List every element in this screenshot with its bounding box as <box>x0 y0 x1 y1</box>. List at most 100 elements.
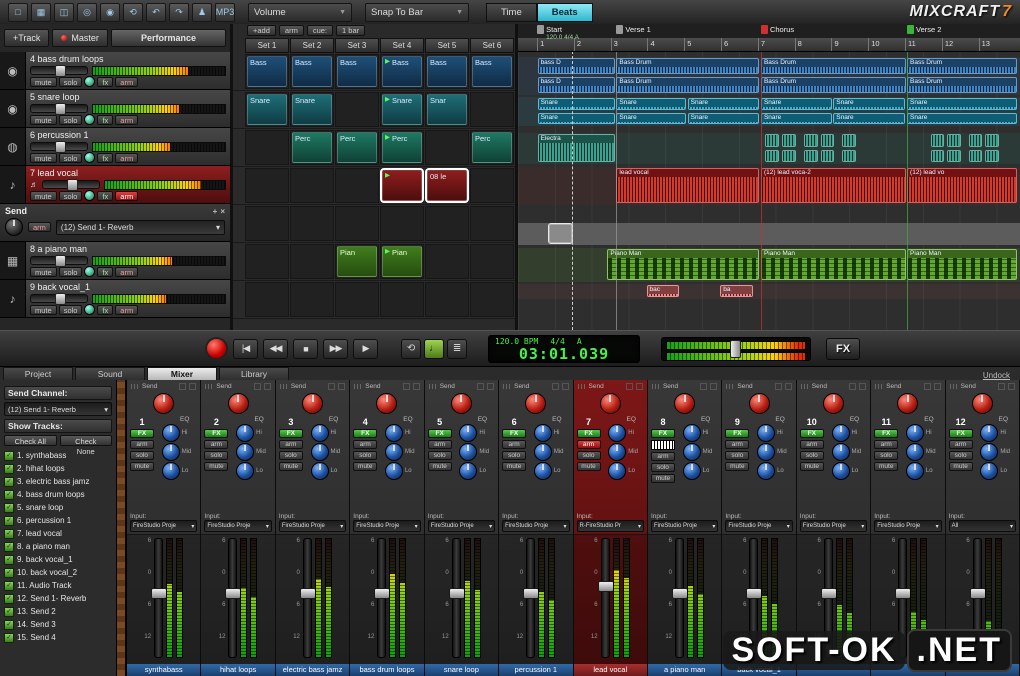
track-strip[interactable]: ♪ 9 back vocal_1 mute solo fx arm <box>0 280 230 318</box>
performance-clip[interactable]: Perc <box>337 132 377 163</box>
input-dropdown[interactable]: FireStudio Proje ▾ <box>502 520 570 532</box>
channel-mute-button[interactable]: mute <box>650 474 675 483</box>
timeline-clip[interactable]: lead vocal <box>616 168 760 203</box>
channel-fx-button[interactable]: FX <box>576 429 601 438</box>
clip-slot[interactable] <box>425 244 469 279</box>
timeline-clip[interactable]: Snare <box>687 98 760 110</box>
track-strip[interactable]: ◉ 4 bass drum loops mute solo fx arm <box>0 52 230 90</box>
snare-lane[interactable]: Snare Snare Snare Snare Snare Snare Snare Snare… <box>518 97 1020 126</box>
eq-hi-knob[interactable] <box>459 424 478 442</box>
send-amount-knob[interactable] <box>227 393 249 414</box>
clip-slot[interactable] <box>290 168 334 203</box>
clip-slot[interactable]: Snar <box>425 92 469 127</box>
timeline-clip[interactable]: bac <box>646 285 680 297</box>
play-button[interactable]: ▶ <box>353 338 378 359</box>
clip-slot[interactable] <box>380 282 424 317</box>
eq-mid-knob[interactable] <box>236 443 255 461</box>
master-fader-handle[interactable] <box>730 339 742 358</box>
input-dropdown[interactable]: FireStudio Proje ▾ <box>278 520 347 532</box>
clip-slot[interactable]: Snare <box>380 92 424 127</box>
mixer-channel-strip[interactable]: Send 5 FX arm solo mute EQ Hi Mid Lo Input: FireStu… <box>424 380 500 676</box>
track-strip[interactable]: ◉ 5 snare loop mute solo fx arm <box>0 90 230 128</box>
timeline-clip[interactable] <box>842 149 856 162</box>
channel-solo-button[interactable]: solo <box>576 451 601 460</box>
eq-lo-knob[interactable] <box>905 462 924 480</box>
channel-solo-button[interactable]: solo <box>353 451 378 460</box>
eq-mid-knob[interactable] <box>608 443 627 461</box>
clip-slot[interactable]: Bass <box>470 54 514 89</box>
mixer-channel-strip[interactable]: Send 7 FX arm solo mute EQ Hi Mid Lo Input: R-FireS… <box>573 380 648 676</box>
performance-clip[interactable]: Perc <box>472 132 512 163</box>
input-dropdown[interactable]: R-FireStudio Pr ▾ <box>576 520 644 532</box>
tab-mixer[interactable]: Mixer <box>147 367 217 380</box>
arm-button[interactable]: arm <box>115 266 139 277</box>
percussion-lane[interactable]: Electra <box>518 133 1020 164</box>
eq-lo-knob[interactable] <box>757 462 776 480</box>
channel-arm-button[interactable]: arm <box>650 452 675 461</box>
performance-clip[interactable]: Snare <box>292 94 332 125</box>
channel-volume-fader[interactable] <box>448 538 465 658</box>
fx-button[interactable]: fx <box>97 190 114 201</box>
pan-knob[interactable] <box>84 190 96 201</box>
channel-fx-button[interactable]: FX <box>353 429 378 438</box>
track-strip[interactable]: ♪ 7 lead vocal ♬ mute solo fx arm <box>0 166 230 204</box>
checkbox-checked-icon[interactable]: ✓ <box>4 619 14 630</box>
input-dropdown[interactable]: FireStudio Proje ▾ <box>650 520 719 532</box>
timeline-clip[interactable] <box>947 134 961 147</box>
fader-handle[interactable] <box>66 179 78 191</box>
checkbox-checked-icon[interactable]: ✓ <box>4 450 14 461</box>
channel-volume-fader[interactable] <box>151 538 168 658</box>
timeline-clip[interactable] <box>930 149 945 162</box>
channel-arm-button[interactable]: arm <box>576 440 601 449</box>
pan-knob[interactable] <box>84 266 96 277</box>
performance-toolbar-button[interactable]: arm <box>278 25 304 36</box>
eq-hi-knob[interactable] <box>161 424 180 442</box>
timeline-clip[interactable]: Snare <box>537 112 615 124</box>
performance-clip[interactable]: Bass <box>337 56 377 87</box>
channel-volume-fader[interactable] <box>672 538 688 658</box>
timeline-clip[interactable]: Piano Man <box>760 249 906 280</box>
fader-handle[interactable] <box>151 588 168 600</box>
timeline-clip[interactable] <box>782 134 796 147</box>
metronome-button[interactable]: ♩ <box>424 338 444 359</box>
input-dropdown[interactable]: All ▾ <box>948 520 1017 532</box>
performance-clip[interactable]: Pian <box>382 246 422 277</box>
mixer-channel-strip[interactable]: Send 3 FX arm solo mute EQ Hi Mid Lo Input: FireStu… <box>275 380 351 676</box>
channel-solo-button[interactable]: solo <box>948 451 973 460</box>
performance-toolbar-button[interactable]: +add <box>247 25 276 36</box>
fader-handle[interactable] <box>895 588 912 600</box>
eq-lo-knob[interactable] <box>236 462 255 480</box>
timeline-clip[interactable] <box>804 134 818 147</box>
set-header[interactable]: Set 3 <box>335 38 379 53</box>
timeline-clip[interactable]: Snare <box>833 98 906 110</box>
clip-slot[interactable] <box>470 168 514 203</box>
track-volume-fader[interactable] <box>30 293 88 305</box>
eq-mid-knob[interactable] <box>682 443 701 461</box>
fader-handle[interactable] <box>523 588 540 600</box>
performance-toggle-button[interactable]: Performance <box>110 29 226 47</box>
checkbox-checked-icon[interactable]: ✓ <box>4 541 14 552</box>
track-volume-fader[interactable] <box>30 103 88 115</box>
timeline-clip[interactable] <box>820 134 835 147</box>
channel-fx-button[interactable]: FX <box>278 429 303 438</box>
solo-button[interactable]: solo <box>58 190 83 201</box>
eq-lo-knob[interactable] <box>608 462 627 480</box>
eq-lo-knob[interactable] <box>384 462 403 480</box>
fader-handle[interactable] <box>746 588 763 600</box>
stop-button[interactable]: ■ <box>293 338 318 359</box>
mute-button[interactable]: mute <box>30 266 57 277</box>
clip-slot[interactable] <box>245 282 289 317</box>
beats-button[interactable]: Beats <box>536 2 593 22</box>
performance-clip[interactable]: Snare <box>247 94 287 125</box>
timeline-clip[interactable] <box>930 134 945 147</box>
add-track-button[interactable]: +Track <box>4 29 50 47</box>
track-volume-fader[interactable] <box>30 255 88 267</box>
channel-fx-button[interactable]: FX <box>204 429 229 438</box>
clip-slot[interactable]: Bass <box>425 54 469 89</box>
timeline-clip[interactable] <box>842 134 856 147</box>
solo-button[interactable]: solo <box>58 152 83 163</box>
track-visibility-item[interactable]: ✓ 4. bass drum loops <box>4 488 112 501</box>
channel-arm-button[interactable]: arm <box>204 440 229 449</box>
channel-fx-button[interactable]: FX <box>799 429 824 438</box>
timeline-clip[interactable]: Piano Man <box>907 249 1018 280</box>
